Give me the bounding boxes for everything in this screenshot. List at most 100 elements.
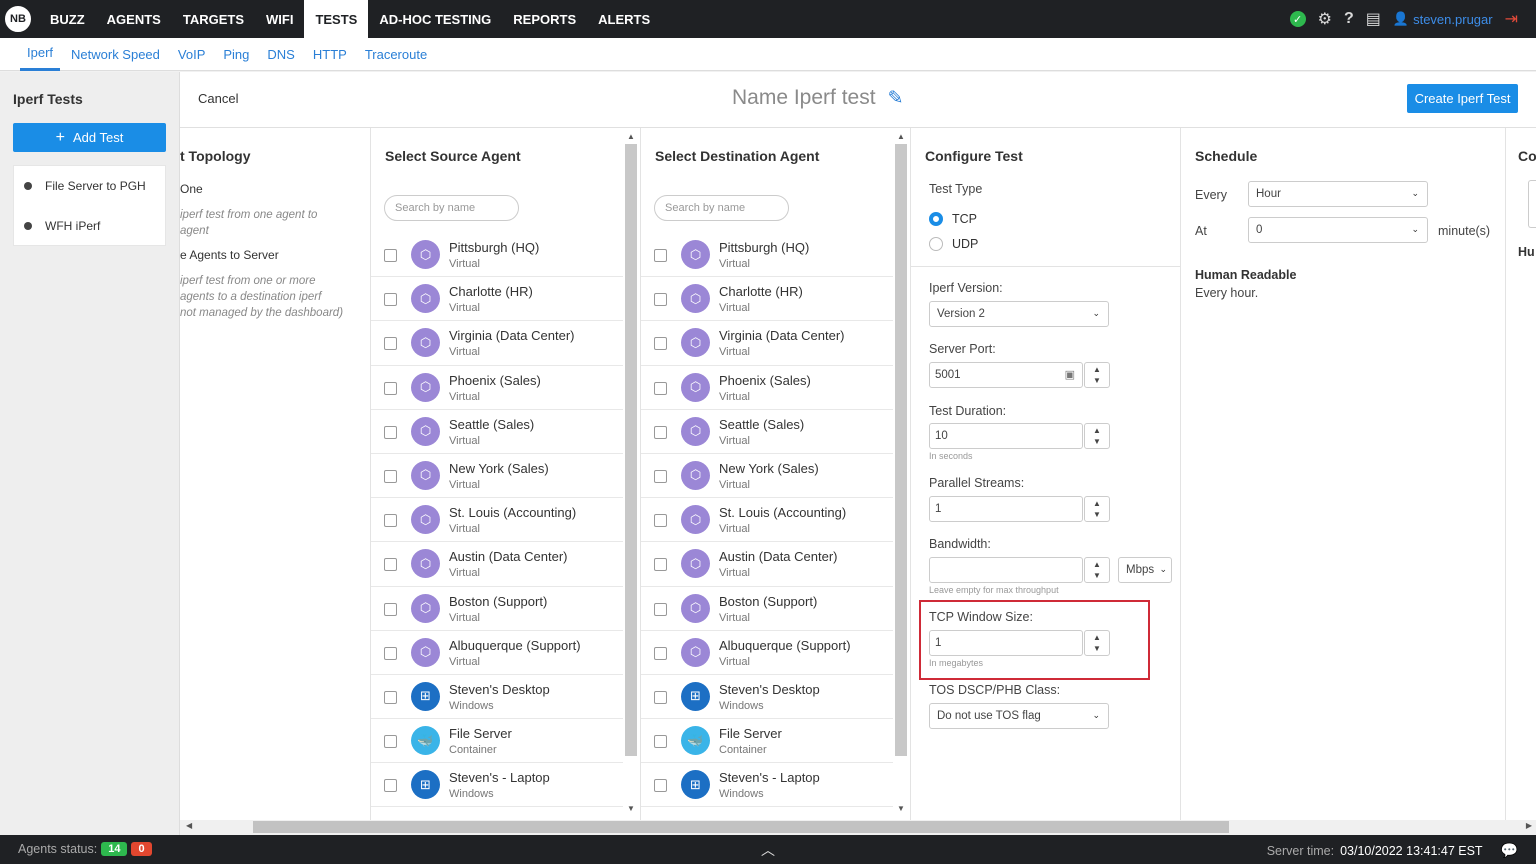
agent-row[interactable]: ⬡ Phoenix (Sales) Virtual (371, 366, 623, 410)
parallel-streams-input[interactable]: 1 (929, 496, 1083, 522)
source-scrollbar[interactable] (625, 144, 637, 756)
parallel-streams-stepper[interactable]: ▲ ▼ (1084, 496, 1110, 522)
tcp-window-size-stepper[interactable]: ▲ ▼ (1084, 630, 1110, 656)
gear-icon[interactable]: ⚙ (1318, 9, 1332, 29)
source-search-input[interactable]: Search by name (384, 195, 519, 221)
topology-option-one[interactable]: One (180, 182, 203, 196)
agent-row[interactable]: ⬡ Charlotte (HR) Virtual (371, 277, 623, 322)
bandwidth-stepper[interactable]: ▲ ▼ (1084, 557, 1110, 583)
agent-checkbox[interactable] (654, 514, 667, 528)
tos-class-select[interactable]: Do not use TOS flag ⌄ (929, 703, 1109, 729)
nav-alerts[interactable]: ALERTS (587, 0, 661, 38)
scroll-left-icon[interactable]: ◀ (186, 821, 192, 830)
chevron-up-icon[interactable]: ▲ (1093, 559, 1101, 570)
chevron-down-icon[interactable]: ▼ (1093, 509, 1101, 520)
agent-checkbox[interactable] (384, 337, 397, 351)
list-item[interactable]: File Server to PGH (14, 166, 165, 206)
agent-checkbox[interactable] (654, 646, 667, 660)
agent-row[interactable]: ⬡ Boston (Support) Virtual (641, 587, 893, 631)
agent-checkbox[interactable] (654, 249, 667, 262)
udp-radio[interactable] (929, 237, 943, 251)
agent-checkbox[interactable] (384, 293, 397, 307)
agent-row[interactable]: ⬡ Boston (Support) Virtual (371, 587, 623, 631)
docs-icon[interactable]: ▤ (1366, 9, 1381, 29)
chevron-up-icon[interactable]: ︿ (761, 840, 775, 860)
agent-checkbox[interactable] (654, 425, 667, 439)
nav-tests[interactable]: TESTS (304, 0, 369, 38)
nav-reports[interactable]: REPORTS (502, 0, 587, 38)
agent-row[interactable]: ⬡ Austin (Data Center) Virtual (371, 542, 623, 587)
agent-row[interactable]: ⬡ Pittsburgh (HQ) Virtual (371, 233, 623, 278)
every-select[interactable]: Hour ⌄ (1248, 181, 1428, 207)
cancel-button[interactable]: Cancel (198, 91, 238, 106)
tab-http[interactable]: HTTP (306, 38, 354, 71)
agent-checkbox[interactable] (654, 337, 667, 351)
agent-checkbox[interactable] (384, 249, 397, 262)
agent-checkbox[interactable] (654, 735, 667, 749)
horizontal-scrollbar[interactable]: ◀ ▶ (180, 820, 1536, 835)
nav-adhoc-testing[interactable]: AD-HOC TESTING (368, 0, 502, 38)
nav-wifi[interactable]: WIFI (255, 0, 304, 38)
chevron-up-icon[interactable]: ▲ (1093, 498, 1101, 509)
scroll-down-icon[interactable]: ▼ (627, 804, 635, 813)
server-port-input[interactable]: 5001 ▣ (929, 362, 1083, 388)
agent-checkbox[interactable] (384, 514, 397, 528)
chevron-down-icon[interactable]: ▼ (1093, 570, 1101, 581)
agent-checkbox[interactable] (654, 558, 667, 572)
topology-option-server[interactable]: e Agents to Server (180, 248, 279, 262)
agent-row[interactable]: ⊞ Steven's - Laptop Windows (641, 763, 893, 808)
agent-row[interactable]: ⬡ Virginia (Data Center) Virtual (641, 321, 893, 366)
nav-agents[interactable]: AGENTS (96, 0, 172, 38)
scroll-right-icon[interactable]: ▶ (1526, 821, 1532, 830)
agent-checkbox[interactable] (384, 779, 397, 793)
test-name-title[interactable]: Name Iperf test ✎ (732, 86, 903, 110)
agent-checkbox[interactable] (654, 602, 667, 616)
agent-checkbox[interactable] (384, 690, 397, 704)
chevron-down-icon[interactable]: ▼ (1093, 643, 1101, 654)
bandwidth-input[interactable] (929, 557, 1083, 583)
agent-row[interactable]: ⬡ Albuquerque (Support) Virtual (641, 631, 893, 675)
scroll-up-icon[interactable]: ▲ (897, 132, 905, 141)
agent-checkbox[interactable] (654, 469, 667, 483)
tab-network-speed[interactable]: Network Speed (64, 38, 167, 71)
add-test-button[interactable]: + Add Test (13, 123, 166, 152)
agent-checkbox[interactable] (384, 735, 397, 749)
offline-agents-badge[interactable]: 0 (131, 842, 152, 856)
agent-row[interactable]: ⬡ Virginia (Data Center) Virtual (371, 321, 623, 366)
chevron-up-icon[interactable]: ▲ (1093, 364, 1101, 375)
tcp-radio[interactable] (929, 212, 943, 226)
chevron-down-icon[interactable]: ▼ (1093, 436, 1101, 447)
agent-row[interactable]: ⬡ New York (Sales) Virtual (371, 454, 623, 499)
test-duration-stepper[interactable]: ▲ ▼ (1084, 423, 1110, 449)
agent-checkbox[interactable] (654, 381, 667, 395)
agent-row[interactable]: ⬡ Pittsburgh (HQ) Virtual (641, 233, 893, 278)
user-menu[interactable]: 👤 steven.prugar (1393, 11, 1493, 27)
nav-buzz[interactable]: BUZZ (39, 0, 96, 38)
agent-row[interactable]: ⬡ Albuquerque (Support) Virtual (371, 631, 623, 675)
help-icon[interactable]: ? (1344, 10, 1354, 28)
tab-traceroute[interactable]: Traceroute (358, 38, 434, 71)
app-logo[interactable]: NB (5, 6, 31, 32)
agent-row[interactable]: ⊞ Steven's - Laptop Windows (371, 763, 623, 808)
agent-checkbox[interactable] (384, 425, 397, 439)
tab-iperf[interactable]: Iperf (20, 38, 61, 71)
status-ok-icon[interactable]: ✓ (1289, 11, 1306, 27)
agent-row[interactable]: ⬡ Charlotte (HR) Virtual (641, 277, 893, 322)
pencil-icon[interactable]: ✎ (888, 87, 904, 110)
agent-checkbox[interactable] (384, 646, 397, 660)
server-port-stepper[interactable]: ▲ ▼ (1084, 362, 1110, 388)
tab-dns[interactable]: DNS (260, 38, 301, 71)
agent-checkbox[interactable] (654, 690, 667, 704)
horizontal-scroll-thumb[interactable] (253, 821, 1229, 833)
nav-targets[interactable]: TARGETS (172, 0, 255, 38)
tcp-window-size-input[interactable]: 1 (929, 630, 1083, 656)
logout-icon[interactable]: ⇥ (1505, 9, 1518, 29)
online-agents-badge[interactable]: 14 (101, 842, 128, 856)
extra-column-box[interactable] (1528, 180, 1536, 228)
agent-row[interactable]: 🐳 File Server Container (371, 719, 623, 764)
destination-scrollbar[interactable] (895, 144, 907, 756)
agent-row[interactable]: ⬡ St. Louis (Accounting) Virtual (641, 498, 893, 543)
agent-row[interactable]: ⬡ Phoenix (Sales) Virtual (641, 366, 893, 410)
agent-checkbox[interactable] (384, 558, 397, 572)
list-item[interactable]: WFH iPerf (14, 206, 165, 246)
